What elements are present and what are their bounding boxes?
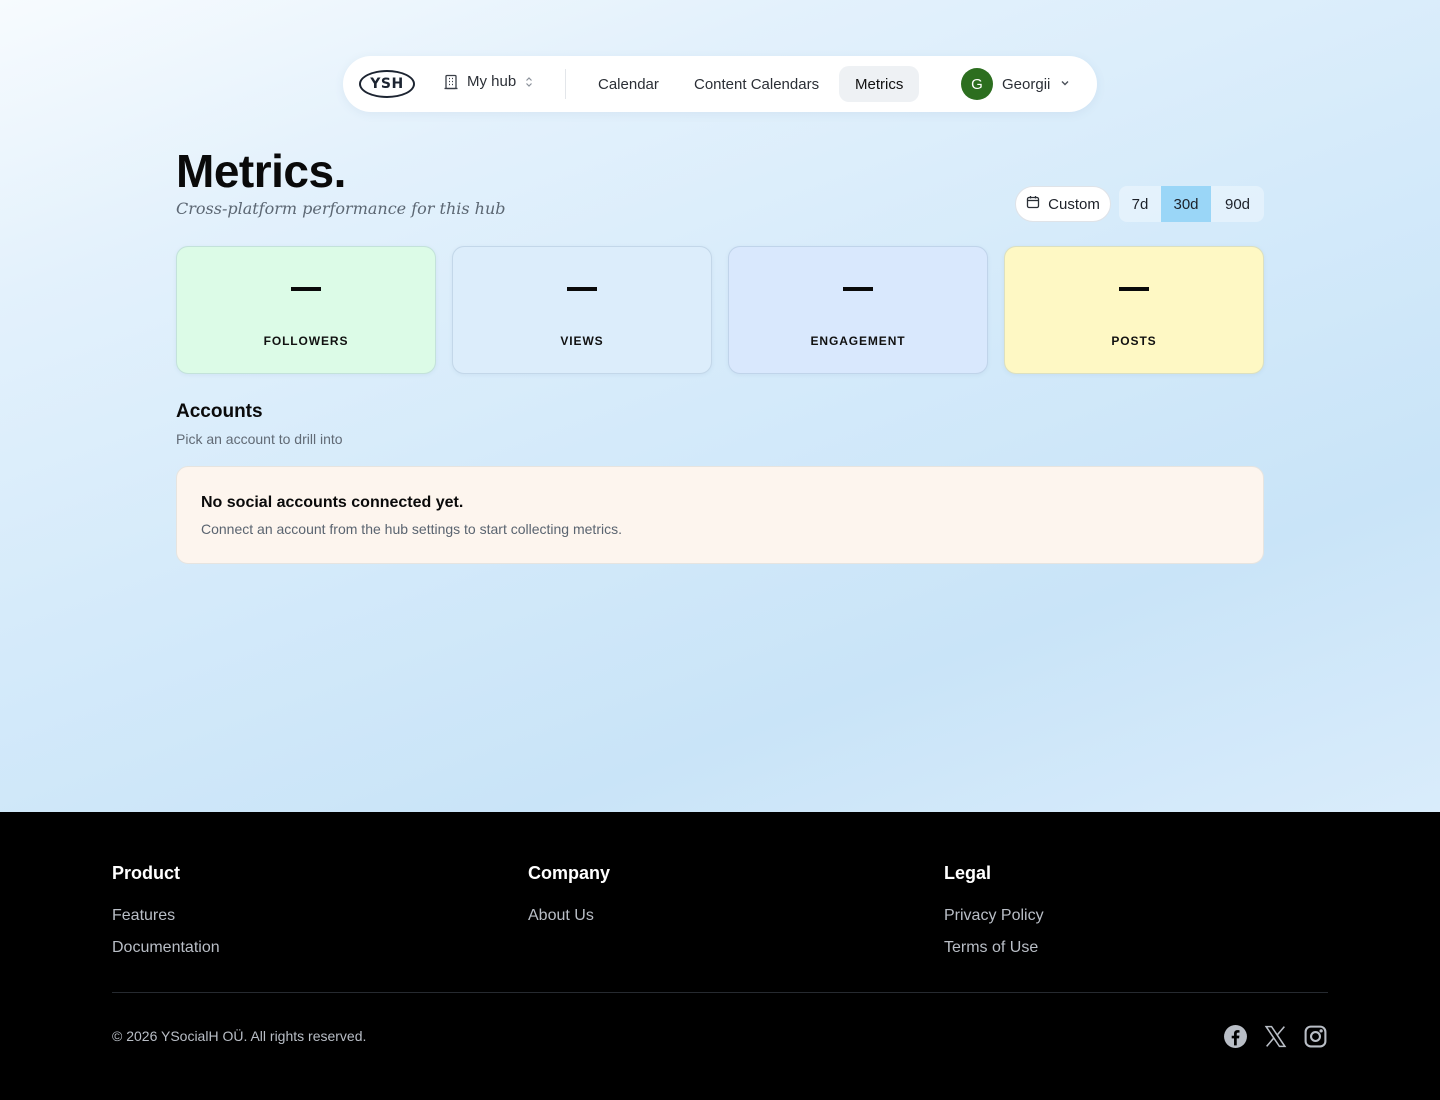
empty-state-panel: No social accounts connected yet. Connec… xyxy=(176,466,1264,564)
stat-label: ENGAGEMENT xyxy=(810,334,906,348)
range-7d-button[interactable]: 7d xyxy=(1119,186,1161,222)
facebook-icon[interactable] xyxy=(1223,1024,1248,1049)
footer-heading: Company xyxy=(528,863,611,883)
nav-divider xyxy=(565,69,566,99)
x-icon[interactable] xyxy=(1263,1024,1288,1049)
top-nav: YSH My hub Calendar Content Calendars Me… xyxy=(343,56,1097,112)
empty-state-description: Connect an account from the hub settings… xyxy=(201,521,622,537)
stat-value-followers xyxy=(291,287,321,291)
logo[interactable]: YSH xyxy=(359,70,415,98)
stat-card-engagement: ENGAGEMENT xyxy=(728,246,988,374)
stat-card-views: VIEWS xyxy=(452,246,712,374)
footer-link-terms-of-use[interactable]: Terms of Use xyxy=(944,938,1044,957)
page-background: YSH My hub Calendar Content Calendars Me… xyxy=(0,0,1440,812)
footer-heading: Product xyxy=(112,863,181,883)
stat-label: VIEWS xyxy=(560,334,604,348)
stat-value-posts xyxy=(1119,287,1149,291)
footer-link-about-us[interactable]: About Us xyxy=(528,906,610,925)
range-selector: 7d 30d 90d xyxy=(1119,186,1264,222)
stat-card-followers: FOLLOWERS xyxy=(176,246,436,374)
footer-link-features[interactable]: Features xyxy=(112,906,220,925)
footer-heading: Legal xyxy=(944,863,992,883)
custom-range-button[interactable]: Custom xyxy=(1015,186,1111,222)
custom-range-label: Custom xyxy=(1048,195,1100,213)
building-icon xyxy=(443,74,459,90)
page-subtitle: Cross-platform performance for this hub xyxy=(176,199,506,218)
user-name: Georgii xyxy=(1002,75,1051,93)
social-links xyxy=(1223,1024,1328,1049)
footer-divider xyxy=(112,992,1328,993)
range-30d-button[interactable]: 30d xyxy=(1161,186,1211,222)
stat-label: FOLLOWERS xyxy=(263,334,349,348)
range-90d-button[interactable]: 90d xyxy=(1211,186,1264,222)
accounts-heading: Accounts xyxy=(176,401,263,422)
stat-label: POSTS xyxy=(1111,334,1157,348)
calendar-icon xyxy=(1026,195,1040,213)
footer: Product Features Documentation Company A… xyxy=(0,812,1440,1100)
footer-link-privacy-policy[interactable]: Privacy Policy xyxy=(944,906,1044,925)
footer-column-company: Company About Us xyxy=(528,863,610,938)
accounts-subtitle: Pick an account to drill into xyxy=(176,431,343,447)
copyright-text: © 2026 YSocialH OÜ. All rights reserved. xyxy=(112,1028,367,1044)
instagram-icon[interactable] xyxy=(1303,1024,1328,1049)
footer-column-product: Product Features Documentation xyxy=(112,863,220,970)
chevron-up-down-icon xyxy=(524,76,534,88)
empty-state-title: No social accounts connected yet. xyxy=(201,494,464,511)
stat-value-views xyxy=(567,287,597,291)
user-menu[interactable]: G Georgii xyxy=(961,68,1071,100)
footer-column-legal: Legal Privacy Policy Terms of Use xyxy=(944,863,1044,970)
stat-card-posts: POSTS xyxy=(1004,246,1264,374)
nav-link-calendar[interactable]: Calendar xyxy=(582,66,675,102)
stat-value-engagement xyxy=(843,287,873,291)
nav-link-content-calendars[interactable]: Content Calendars xyxy=(678,66,835,102)
hub-name: My hub xyxy=(467,73,517,90)
chevron-down-icon xyxy=(1059,76,1071,93)
avatar: G xyxy=(961,68,993,100)
page-title: Metrics. xyxy=(176,145,346,197)
footer-link-documentation[interactable]: Documentation xyxy=(112,938,220,957)
nav-link-metrics[interactable]: Metrics xyxy=(839,66,920,102)
hub-switcher[interactable]: My hub xyxy=(443,73,534,90)
